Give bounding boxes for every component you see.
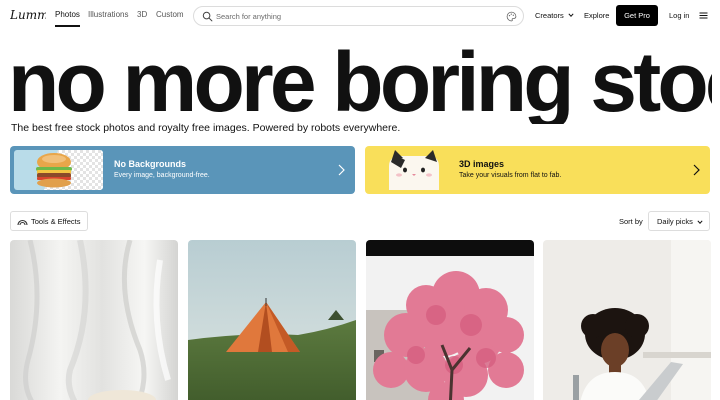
chevron-down-icon[interactable] bbox=[568, 12, 574, 18]
top-nav: Lummi Photos Illustrations 3D Custom Sea… bbox=[0, 0, 720, 32]
hero-title: no more boring stock bbox=[8, 40, 712, 124]
chevron-down-icon bbox=[697, 220, 703, 224]
chevron-right-icon bbox=[338, 164, 345, 176]
tab-illustrations[interactable]: Illustrations bbox=[88, 10, 128, 19]
menu-icon[interactable] bbox=[699, 11, 708, 20]
cat-3d-thumbnail bbox=[379, 150, 449, 190]
search-input[interactable]: Search for anything bbox=[193, 6, 524, 26]
hero-subtitle: The best free stock photos and royalty f… bbox=[11, 122, 401, 134]
search-placeholder: Search for anything bbox=[216, 12, 282, 21]
promo-3d-images[interactable]: 3D images Take your visuals from flat to… bbox=[365, 146, 710, 194]
tab-3d[interactable]: 3D bbox=[137, 10, 147, 19]
palette-icon[interactable] bbox=[506, 11, 517, 22]
promo-title: 3D images bbox=[459, 159, 505, 169]
lummi-logo[interactable]: Lummi bbox=[10, 6, 46, 24]
photo-pink-tree[interactable] bbox=[366, 240, 534, 400]
get-pro-button[interactable]: Get Pro bbox=[616, 5, 658, 26]
promo-title: No Backgrounds bbox=[114, 159, 187, 169]
explore-link[interactable]: Explore bbox=[584, 11, 609, 20]
chevron-right-icon bbox=[693, 164, 700, 176]
creators-menu[interactable]: Creators bbox=[535, 11, 564, 20]
sort-select[interactable]: Daily picks bbox=[648, 211, 710, 231]
login-link[interactable]: Log in bbox=[669, 11, 689, 20]
promo-subtitle: Every image, background-free. bbox=[114, 172, 210, 179]
tab-custom[interactable]: Custom bbox=[156, 10, 184, 19]
rainbow-icon bbox=[17, 219, 28, 226]
search-icon bbox=[202, 11, 213, 22]
burger-thumbnail bbox=[14, 150, 103, 190]
promo-no-backgrounds[interactable]: No Backgrounds Every image, background-f… bbox=[10, 146, 355, 194]
sort-by-label: Sort by bbox=[619, 217, 643, 226]
tools-effects-label: Tools & Effects bbox=[31, 217, 81, 226]
logo-text: Lummi bbox=[10, 8, 46, 22]
tools-effects-button[interactable]: Tools & Effects bbox=[10, 211, 88, 231]
sort-value: Daily picks bbox=[657, 217, 693, 226]
photo-white-fabric[interactable] bbox=[10, 240, 178, 400]
tab-photos[interactable]: Photos bbox=[55, 10, 80, 27]
photo-orange-tent[interactable] bbox=[188, 240, 356, 400]
photo-woman-laptop[interactable] bbox=[543, 240, 711, 400]
promo-subtitle: Take your visuals from flat to fab. bbox=[459, 172, 562, 179]
